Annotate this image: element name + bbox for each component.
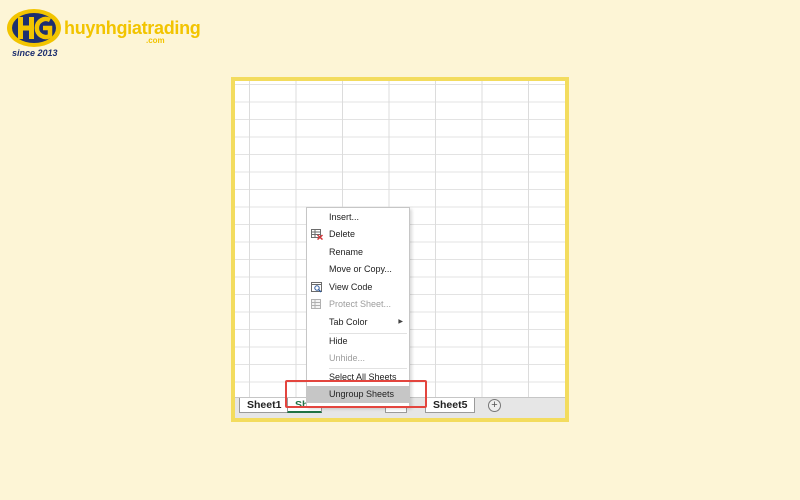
menu-item-unhide: Unhide...: [307, 350, 409, 367]
menu-item-insert[interactable]: Insert...: [307, 209, 409, 226]
menu-item-protect-sheet: Protect Sheet...: [307, 296, 409, 313]
delete-sheet-icon: [311, 229, 323, 240]
plus-circle-icon[interactable]: +: [488, 399, 501, 412]
menu-item-label: Protect Sheet...: [329, 299, 392, 309]
sheet-tab-sheet1[interactable]: Sheet1: [239, 398, 290, 413]
menu-item-view-code[interactable]: View Code: [307, 279, 409, 296]
menu-item-label: Insert...: [329, 212, 360, 222]
brand-domain-suffix: .com: [146, 36, 165, 45]
menu-item-label: Tab Color: [329, 317, 368, 327]
sheet-tab-sheet5[interactable]: Sheet5: [425, 398, 476, 413]
menu-item-delete[interactable]: Delete: [307, 226, 409, 243]
brand-logo: huynhgiatrading .com since 2013: [6, 8, 201, 58]
view-code-icon: [311, 282, 322, 293]
submenu-arrow-icon: ▶: [398, 319, 403, 325]
protect-sheet-icon: [311, 299, 321, 309]
menu-item-label: Delete: [329, 229, 356, 239]
menu-item-label: Hide: [329, 336, 348, 346]
menu-item-tab-color[interactable]: Tab Color ▶: [307, 314, 409, 331]
sheet-tab-context-menu: Insert... Delete Rename Move or Copy... …: [306, 207, 410, 407]
menu-item-rename[interactable]: Rename: [307, 244, 409, 261]
highlight-annotation-box: [285, 380, 427, 408]
menu-item-hide[interactable]: Hide: [307, 333, 409, 350]
brand-tagline: since 2013: [12, 48, 58, 58]
menu-item-label: Rename: [329, 247, 364, 257]
hg-logo-icon: [7, 9, 61, 47]
menu-item-label: Unhide...: [329, 353, 366, 363]
menu-item-label: Move or Copy...: [329, 264, 392, 274]
brand-name: huynhgiatrading: [64, 18, 201, 38]
menu-item-move-or-copy[interactable]: Move or Copy...: [307, 261, 409, 278]
menu-item-label: View Code: [329, 282, 373, 292]
